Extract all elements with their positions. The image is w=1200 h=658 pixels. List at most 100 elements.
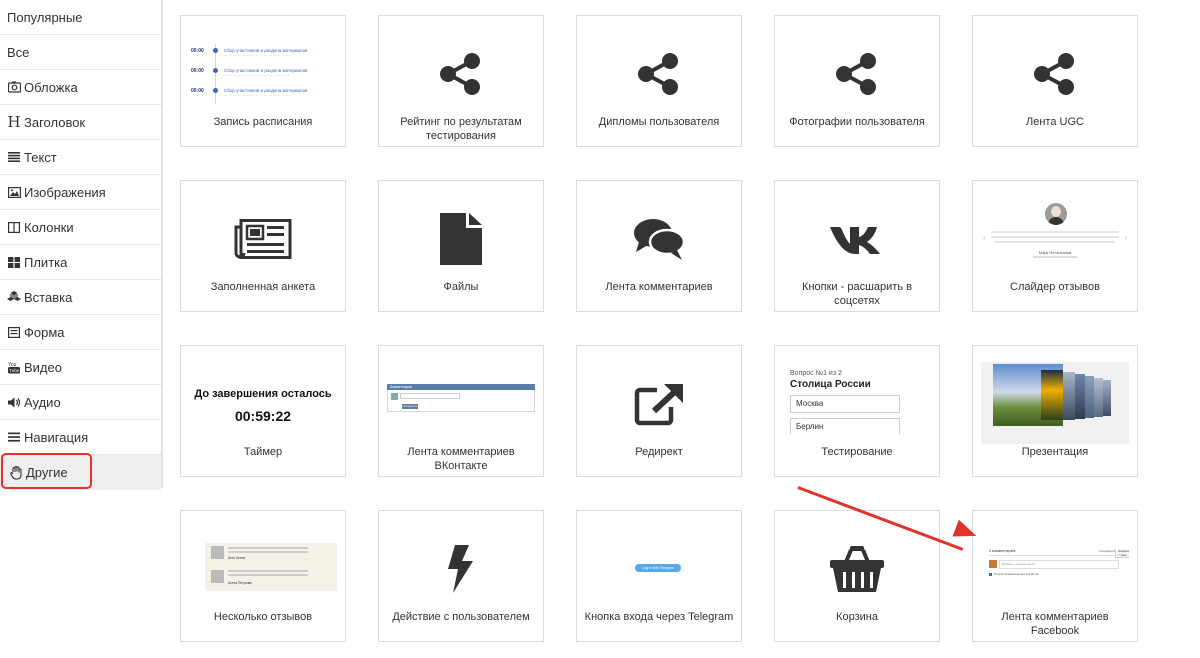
slider-prev-icon: ‹ — [983, 235, 986, 242]
review-slider-preview: ‹ › Марк Нетаньгмов — [981, 201, 1129, 276]
youtube-icon: You Tube — [7, 360, 21, 374]
sidebar-item-label: Колонки — [24, 219, 74, 235]
widget-label: Рейтинг по результатам тестирования — [400, 116, 522, 142]
sidebar-item-audio[interactable]: Аудио — [0, 385, 161, 420]
fb-comment-count: 0 комментариев — [989, 549, 1016, 553]
share-icon — [379, 48, 543, 100]
sidebar-item-embed[interactable]: Вставка — [0, 280, 161, 315]
share-icon — [775, 48, 939, 100]
timer-value: 00:59:22 — [234, 408, 292, 424]
quiz-option: Берлин — [790, 418, 900, 434]
sidebar-item-tiles[interactable]: Плитка — [0, 245, 161, 280]
widget-label: Лента комментариев Facebook — [1001, 611, 1109, 637]
fb-plugin-label: Плагин комментариев Facebook — [994, 572, 1039, 576]
image-icon — [7, 185, 21, 199]
widget-label: Кнопки - расшарить в соцсетях — [802, 281, 912, 307]
sidebar-item-label: Популярные — [7, 9, 83, 25]
sidebar-item-label: Изображения — [24, 184, 106, 200]
widget-card-quiz[interactable]: Вопрос №1 из 2 Столица России Москва Бер… — [774, 345, 940, 477]
schedule-time: 00:00 — [191, 68, 204, 74]
widget-card-user-photos[interactable]: Фотографии пользователя — [774, 15, 940, 147]
reviewer-name: Марк Нетаньгмов — [1038, 250, 1072, 255]
widget-label: Заполненная анкета — [210, 281, 316, 293]
newspaper-icon — [181, 213, 345, 265]
widget-card-schedule[interactable]: 00:00 Сбор участников и раздача материало… — [180, 15, 346, 147]
sidebar-item-label: Плитка — [24, 254, 68, 270]
fb-comments-preview: 0 комментариев Упорядочить Сначала новые… — [989, 549, 1129, 585]
widget-card-files[interactable]: Файлы — [378, 180, 544, 312]
widget-label: Презентация — [1021, 446, 1089, 458]
sidebar-item-label: Форма — [24, 324, 65, 340]
sidebar-item-video[interactable]: You Tube Видео — [0, 350, 161, 385]
widget-card-filled-form[interactable]: Заполненная анкета — [180, 180, 346, 312]
widget-label: Запись расписания — [213, 116, 313, 128]
volume-icon — [7, 395, 21, 409]
widget-card-user-action[interactable]: Действие с пользователем — [378, 510, 544, 642]
widget-label: Редирект — [635, 446, 683, 458]
avatar — [989, 560, 997, 568]
widget-card-share-buttons[interactable]: Кнопки - расшарить в соцсетях — [774, 180, 940, 312]
share-icon — [577, 48, 741, 100]
sidebar-item-columns[interactable]: Колонки — [0, 210, 161, 245]
category-sidebar: Популярные Все Обложка H Заголовок Текст… — [0, 0, 163, 490]
widget-label: Лента комментариев ВКонтакте — [407, 446, 515, 472]
sidebar-item-label: Все — [7, 44, 30, 60]
sidebar-item-popular[interactable]: Популярные — [0, 0, 161, 35]
widget-card-redirect[interactable]: Редирект — [576, 345, 742, 477]
form-icon — [7, 325, 21, 339]
sidebar-item-images[interactable]: Изображения — [0, 175, 161, 210]
basket-icon — [775, 543, 939, 595]
widget-card-fb-comments[interactable]: 0 комментариев Упорядочить Сначала новые… — [972, 510, 1138, 642]
widget-label: Кнопка входа через Telegram — [584, 611, 734, 623]
sidebar-item-all[interactable]: Все — [0, 35, 161, 70]
widget-card-multiple-reviews[interactable]: Агат Агеев Агата Петрова Несколько отзыв… — [180, 510, 346, 642]
fb-sort-select: Сначала новые — [1115, 549, 1129, 558]
widget-card-test-rating[interactable]: Рейтинг по результатам тестирования — [378, 15, 544, 147]
sidebar-item-cover[interactable]: Обложка — [0, 70, 161, 105]
heading-icon: H — [7, 113, 21, 131]
widget-card-ugc-feed[interactable]: Лента UGC — [972, 15, 1138, 147]
schedule-preview: 00:00 Сбор участников и раздача материало… — [191, 44, 337, 106]
external-link-icon — [577, 378, 741, 430]
widget-label: Тестирование — [821, 446, 893, 458]
comments-icon — [577, 213, 741, 265]
widget-label: Действие с пользователем — [392, 611, 530, 623]
reviewer-name: Агата Петрова — [228, 581, 252, 585]
text-lines-icon — [7, 150, 21, 164]
widget-card-comment-feed[interactable]: Лента комментариев — [576, 180, 742, 312]
telegram-login-button: Log in with Telegram — [635, 564, 681, 572]
sidebar-item-label: Текст — [24, 149, 57, 165]
sidebar-item-heading[interactable]: H Заголовок — [0, 105, 161, 140]
quiz-question: Столица России — [790, 379, 871, 390]
widget-card-vk-comments[interactable]: Комментарии Отправить Лента комментариев… — [378, 345, 544, 477]
widget-label: Несколько отзывов — [213, 611, 313, 623]
quiz-preview: Вопрос №1 из 2 Столица России Москва Бер… — [790, 370, 931, 434]
quiz-question-number: Вопрос №1 из 2 — [790, 370, 842, 377]
active-category-highlight — [1, 453, 92, 489]
sidebar-item-label: Аудио — [24, 394, 61, 410]
vk-comments-preview: Комментарии Отправить — [387, 384, 535, 414]
widget-card-review-slider[interactable]: ‹ › Марк Нетаньгмов Слайдер отзывов — [972, 180, 1138, 312]
sidebar-item-label: Обложка — [24, 79, 78, 95]
vk-icon — [775, 213, 939, 265]
reviews-preview: Агат Агеев Агата Петрова — [205, 543, 337, 591]
widget-card-diplomas[interactable]: Дипломы пользователя — [576, 15, 742, 147]
sidebar-item-label: Вставка — [24, 289, 73, 305]
widget-card-timer[interactable]: До завершения осталось 00:59:22 Таймер — [180, 345, 346, 477]
sidebar-item-navigation[interactable]: Навигация — [0, 420, 161, 455]
slider-next-icon: › — [1124, 235, 1127, 242]
timer-title: До завершения осталось — [194, 388, 332, 400]
sidebar-item-label: Видео — [24, 359, 62, 375]
sidebar-item-text[interactable]: Текст — [0, 140, 161, 175]
widget-card-telegram-login[interactable]: Log in with Telegram Кнопка входа через … — [576, 510, 742, 642]
svg-text:Tube: Tube — [9, 368, 20, 373]
widget-card-presentation[interactable]: Презентация — [972, 345, 1138, 477]
widget-label: Корзина — [836, 611, 878, 623]
share-icon — [973, 48, 1137, 100]
sidebar-item-label: Заголовок — [24, 114, 86, 130]
widget-label: Слайдер отзывов — [1010, 281, 1100, 293]
quiz-option: Москва — [790, 395, 900, 413]
sidebar-item-form[interactable]: Форма — [0, 315, 161, 350]
menu-icon — [7, 430, 21, 444]
vk-send-button: Отправить — [402, 404, 418, 409]
